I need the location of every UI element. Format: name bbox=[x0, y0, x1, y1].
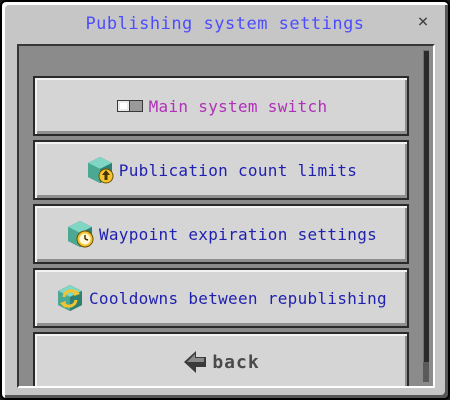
publication-count-limits-label: Publication count limits bbox=[118, 160, 358, 180]
waypoint-expiration-settings-button[interactable]: Waypoint expiration settings bbox=[33, 204, 409, 264]
settings-list-panel: Main system switch Publication count lim… bbox=[17, 44, 435, 388]
left-arrow-icon bbox=[182, 349, 208, 375]
main-system-switch-label: Main system switch bbox=[148, 96, 328, 116]
cooldowns-between-republishing-label: Cooldowns between republishing bbox=[89, 288, 387, 308]
cooldowns-between-republishing-button[interactable]: Cooldowns between republishing bbox=[33, 268, 409, 328]
settings-window: Publishing system settings × Main system… bbox=[0, 0, 450, 400]
cycle-arrows-icon bbox=[55, 283, 85, 313]
cube-arrow-up-icon bbox=[85, 155, 115, 185]
close-button[interactable]: × bbox=[412, 10, 434, 34]
main-system-switch-button[interactable]: Main system switch bbox=[33, 76, 409, 136]
window-title: Publishing system settings bbox=[85, 14, 365, 34]
back-button[interactable]: back bbox=[33, 332, 409, 386]
scrollbar-thumb[interactable] bbox=[423, 50, 429, 362]
waypoint-expiration-settings-label: Waypoint expiration settings bbox=[98, 224, 378, 244]
publication-count-limits-button[interactable]: Publication count limits bbox=[33, 140, 409, 200]
toggle-switch-icon bbox=[115, 91, 145, 121]
back-label: back bbox=[212, 351, 260, 373]
cube-clock-icon bbox=[65, 219, 95, 249]
scrollbar-track[interactable] bbox=[423, 50, 429, 382]
